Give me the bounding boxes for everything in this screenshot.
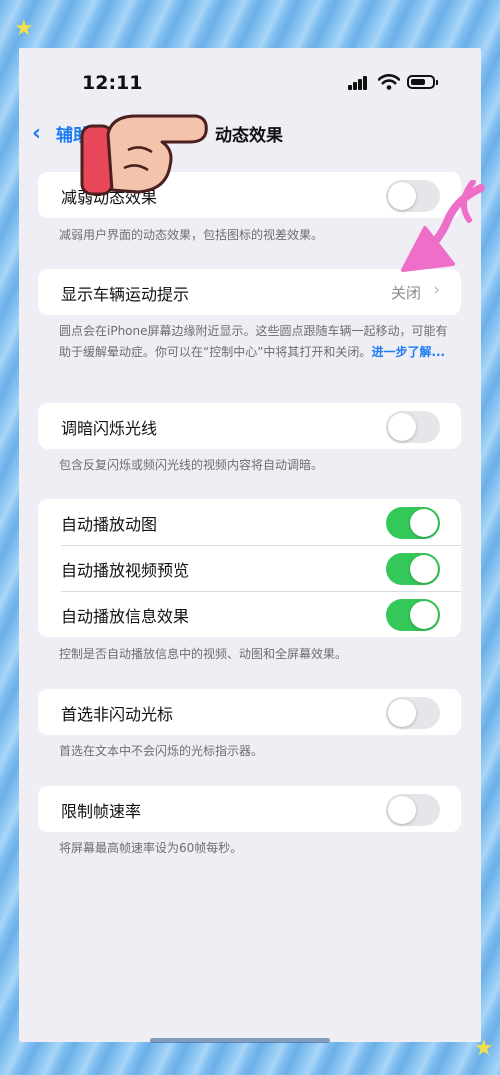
autoplay-video-previews-row[interactable]: 自动播放视频预览 <box>38 545 461 591</box>
dim-flashing-row[interactable]: 调暗闪烁光线 <box>38 403 461 449</box>
dim-flashing-footer: 包含反复闪烁或频闪光线的视频内容将自动调暗。 <box>59 458 324 472</box>
row-label: 自动播放动图 <box>61 515 158 534</box>
non-blinking-cursor-row[interactable]: 首选非闪动光标 <box>38 689 461 735</box>
pink-arrow-sticker <box>401 180 485 272</box>
non-blinking-cursor-toggle[interactable] <box>386 697 440 729</box>
status-time: 12:11 <box>82 72 143 94</box>
autoplay-message-effects-toggle[interactable] <box>386 599 440 631</box>
row-label: 调暗闪烁光线 <box>61 419 158 438</box>
dim-flashing-group: 调暗闪烁光线 <box>38 403 461 449</box>
limit-frame-rate-toggle[interactable] <box>386 794 440 826</box>
reduce-motion-footer: 减弱用户界面的动态效果，包括图标的视差效果。 <box>59 228 324 242</box>
autoplay-video-previews-toggle[interactable] <box>386 553 440 585</box>
limit-frame-rate-row[interactable]: 限制帧速率 <box>38 786 461 832</box>
vehicle-cues-footer: 圆点会在iPhone屏幕边缘附近显示。这些圆点跟随车辆一起移动，可能有助于缓解晕… <box>59 321 449 363</box>
home-indicator <box>150 1038 330 1043</box>
vehicle-cues-value: 关闭 <box>390 284 421 302</box>
limit-frame-rate-footer: 将屏幕最高帧速率设为60帧每秒。 <box>59 841 243 855</box>
limit-frame-rate-group: 限制帧速率 <box>38 786 461 832</box>
row-label: 自动播放视频预览 <box>61 561 190 580</box>
autoplay-message-effects-row[interactable]: 自动播放信息效果 <box>38 591 461 637</box>
pointing-hand-sticker <box>80 114 208 196</box>
signal-icon <box>348 76 368 90</box>
learn-more-link[interactable]: 进一步了解... <box>371 345 445 359</box>
row-label: 显示车辆运动提示 <box>61 285 190 304</box>
autoplay-footer: 控制是否自动播放信息中的视频、动图和全屏幕效果。 <box>59 647 348 661</box>
autoplay-group: 自动播放动图 自动播放视频预览 自动播放信息效果 <box>38 499 461 637</box>
chevron-left-icon[interactable]: ‹ <box>32 121 41 146</box>
autoplay-animated-images-row[interactable]: 自动播放动图 <box>38 499 461 545</box>
chevron-right-icon: › <box>433 280 440 300</box>
page-title: 动态效果 <box>215 126 283 146</box>
star-sticker: ★ <box>14 16 34 41</box>
row-label: 限制帧速率 <box>61 802 142 821</box>
dim-flashing-toggle[interactable] <box>386 411 440 443</box>
non-blinking-cursor-group: 首选非闪动光标 <box>38 689 461 735</box>
row-label: 首选非闪动光标 <box>61 705 174 724</box>
battery-icon <box>407 75 438 89</box>
row-label: 自动播放信息效果 <box>61 607 190 626</box>
wifi-icon <box>378 74 400 90</box>
non-blinking-cursor-footer: 首选在文本中不会闪烁的光标指示器。 <box>59 744 264 758</box>
autoplay-animated-images-toggle[interactable] <box>386 507 440 539</box>
